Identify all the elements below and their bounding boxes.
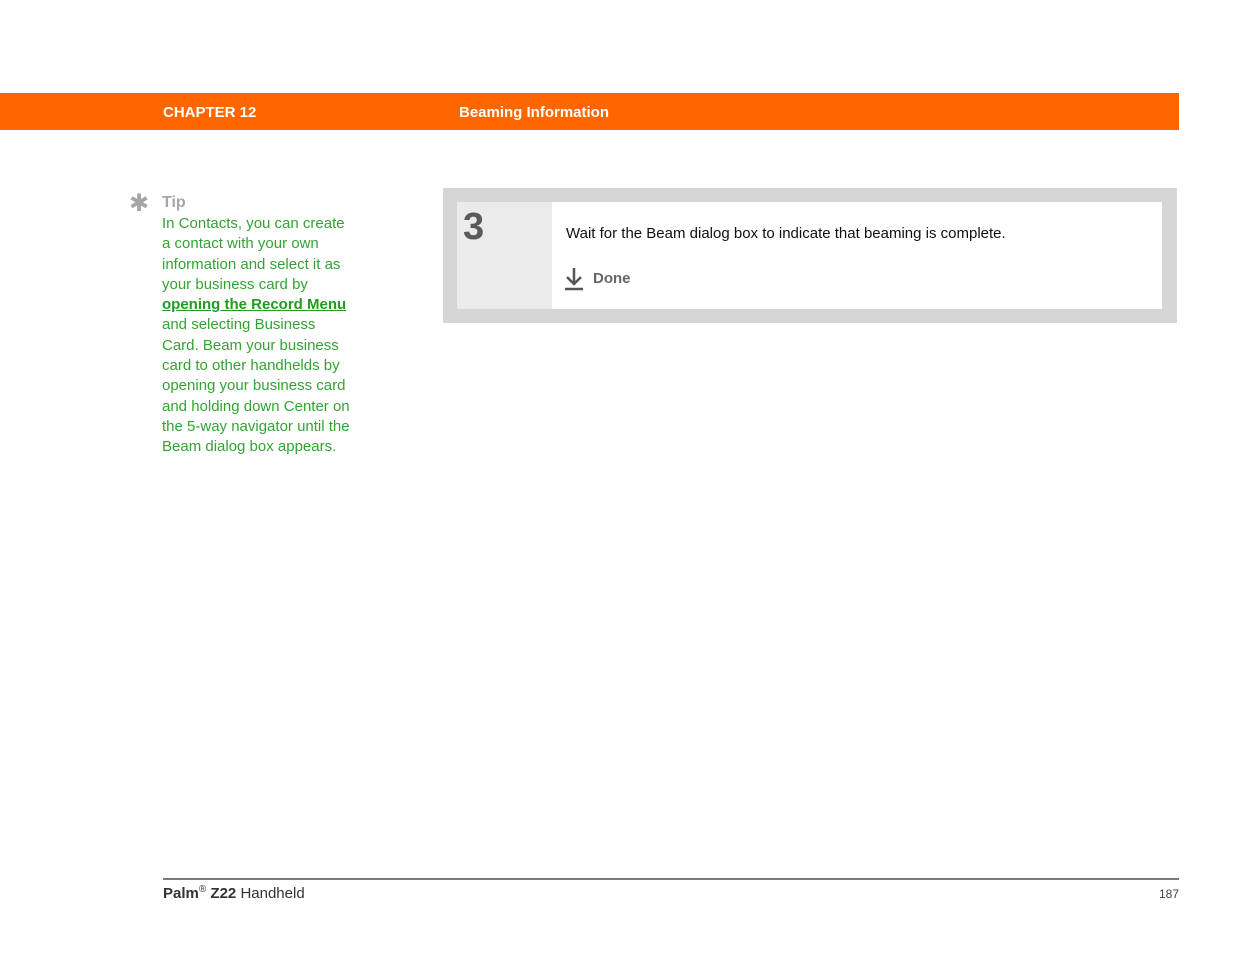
chapter-title: Beaming Information	[459, 104, 610, 121]
page-number: 187	[1158, 887, 1179, 901]
chapter-label: CHAPTER 12	[163, 104, 257, 121]
asterisk-icon: ✱	[129, 190, 150, 217]
step-number: 3	[463, 206, 485, 248]
tip-heading: Tip	[162, 194, 186, 211]
registered-mark: ®	[198, 884, 207, 895]
step-box: 3 Wait for the Beam dialog box to indica…	[443, 188, 1177, 323]
footer-product-name: Palm® Z22 Handheld	[163, 884, 305, 902]
tip-text-after: and selecting Business Card. Beam your b…	[162, 316, 350, 456]
step-number-cell: 3	[457, 202, 552, 309]
tip-text-before: In Contacts, you can create a contact wi…	[162, 215, 345, 293]
opening-record-menu-link[interactable]: opening the Record Menu	[162, 296, 346, 313]
footer-model: Z22	[210, 885, 237, 902]
step-text: Wait for the Beam dialog box to indicate…	[566, 225, 1006, 242]
done-label: Done	[593, 270, 631, 287]
footer-brand: Palm	[163, 885, 199, 902]
step-content: Wait for the Beam dialog box to indicate…	[552, 202, 1162, 309]
down-arrow-icon	[565, 268, 583, 291]
footer-suffix: Handheld	[240, 885, 305, 902]
tip-body: In Contacts, you can create a contact wi…	[162, 214, 354, 458]
footer-rule	[163, 878, 1179, 880]
